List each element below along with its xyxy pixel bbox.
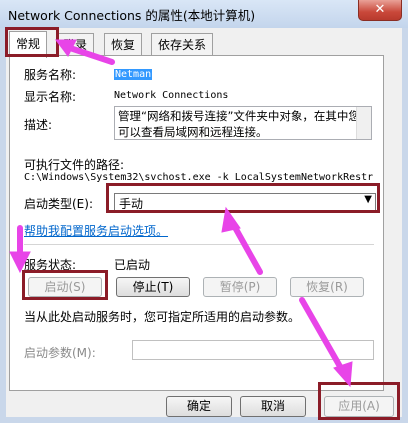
tab-logon[interactable]: 登录 [56, 33, 95, 56]
service-status-label: 服务状态: [24, 258, 77, 272]
description-scrollbar[interactable] [356, 107, 371, 139]
start-params-label: 启动参数(M): [24, 346, 96, 360]
startup-type-label: 启动类型(E): [24, 197, 93, 211]
start-params-input[interactable] [132, 340, 374, 360]
ok-button[interactable]: 确定 [166, 396, 232, 417]
pause-button[interactable]: 暂停(P) [203, 277, 277, 297]
service-name-value[interactable]: Netman [114, 69, 153, 80]
start-button[interactable]: 启动(S) [28, 277, 102, 297]
tab-general[interactable]: 常规 [9, 31, 48, 58]
description-text: 管理“网络和拨号连接”文件夹中对象，在其中您可以查看局域网和远程连接。 [118, 109, 360, 139]
start-params-hint: 当从此处启动服务时，您可指定所适用的启动参数。 [24, 310, 301, 324]
startup-type-value: 手动 [119, 197, 144, 211]
chevron-down-icon: ▼ [364, 194, 372, 205]
close-button[interactable]: ✕ [358, 0, 402, 21]
description-box[interactable]: 管理“网络和拨号连接”文件夹中对象，在其中您可以查看局域网和远程连接。 [114, 106, 372, 140]
divider [24, 244, 374, 245]
description-label: 描述: [24, 118, 53, 132]
window-title: Network Connections 的属性(本地计算机) [8, 8, 256, 23]
startup-type-dropdown[interactable]: 手动 ▼ [114, 193, 376, 212]
tab-recovery[interactable]: 恢复 [104, 33, 143, 56]
cancel-button[interactable]: 取消 [240, 396, 306, 417]
service-status-value: 已启动 [114, 258, 151, 272]
display-name-value[interactable]: Network Connections [114, 90, 228, 101]
exe-path-value[interactable]: C:\Windows\System32\svchost.exe -k Local… [24, 172, 374, 183]
tab-dependencies[interactable]: 依存关系 [151, 33, 214, 56]
title-bar: Network Connections 的属性(本地计算机) ✕ [0, 0, 408, 28]
resume-button[interactable]: 恢复(R) [290, 277, 364, 297]
display-name-label: 显示名称: [24, 90, 77, 104]
stop-button[interactable]: 停止(T) [116, 277, 190, 297]
help-configure-link[interactable]: 帮助我配置服务启动选项。 [24, 222, 168, 239]
service-name-label: 服务名称: [24, 68, 77, 82]
close-icon: ✕ [374, 2, 386, 17]
exe-path-label: 可执行文件的路径: [24, 158, 125, 172]
apply-button[interactable]: 应用(A) [324, 396, 394, 417]
